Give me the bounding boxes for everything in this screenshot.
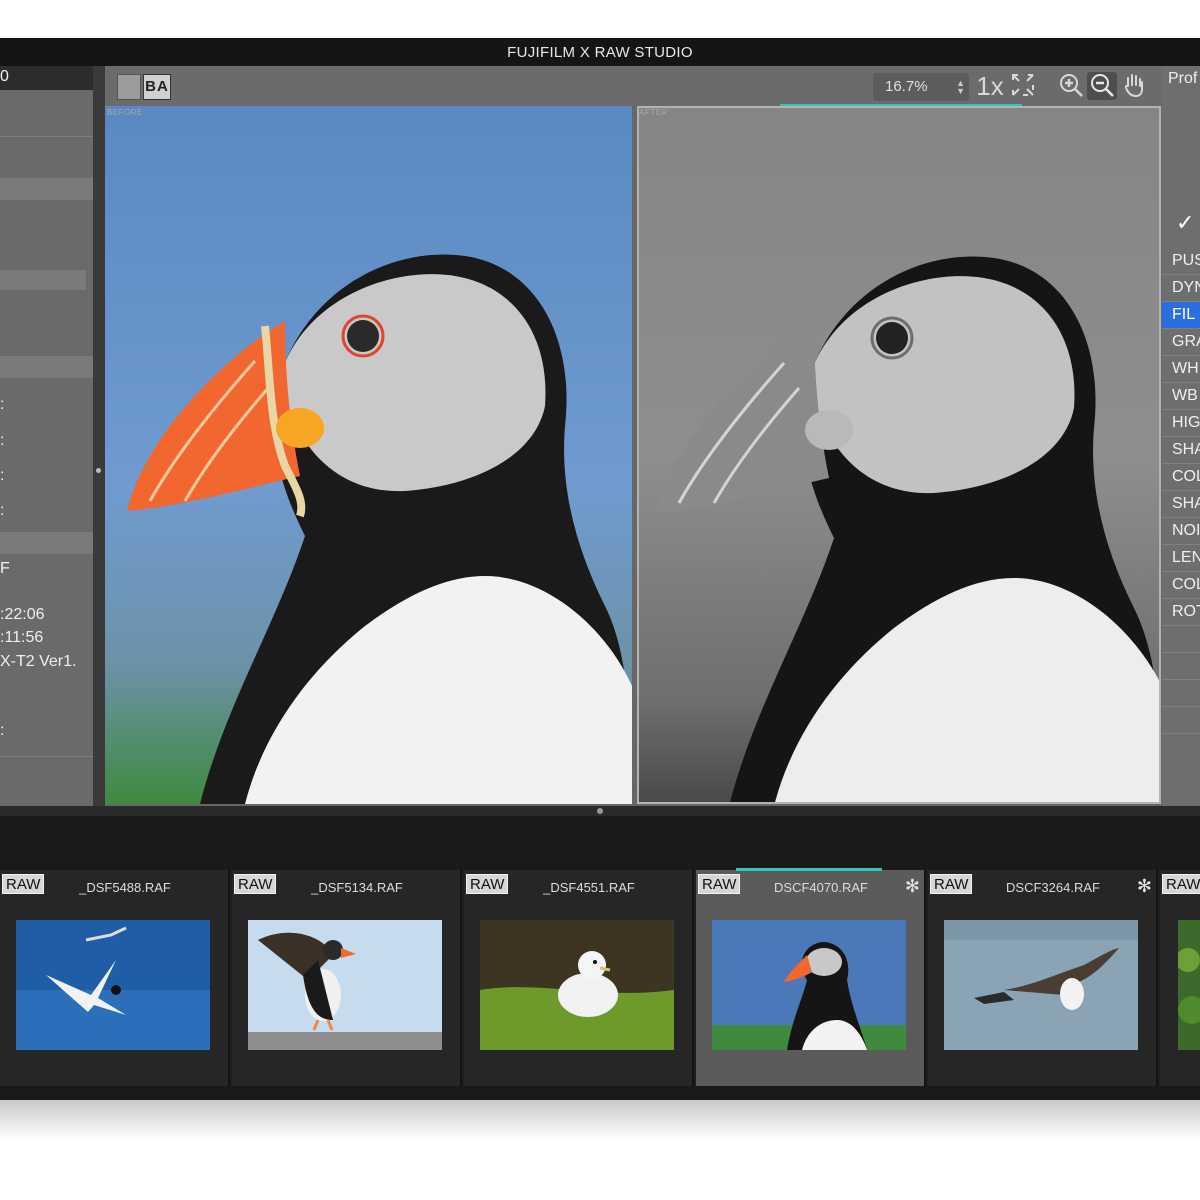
info-panel-header: 0: [0, 66, 95, 90]
modified-time: :11:56: [0, 629, 44, 646]
thumbnail-filename: DSCF4070.RAF: [774, 880, 868, 895]
divider: [0, 136, 93, 137]
thumbnail[interactable]: RAW _DSF5134.RAF: [232, 870, 462, 1086]
raw-badge: RAW: [930, 874, 973, 894]
thumbnail[interactable]: RAW _DSF5488.RAF: [0, 870, 230, 1086]
info-band: [0, 178, 93, 200]
thumbnail-filename: _DSF4551.RAF: [543, 880, 635, 895]
raw-badge: RAW: [234, 874, 277, 894]
before-image[interactable]: [105, 106, 632, 804]
zoom-value: 16.7%: [885, 78, 928, 95]
camera-model: X-T2 Ver1.: [0, 653, 77, 670]
raw-badge: RAW: [698, 874, 741, 894]
adjust-item-empty: [1162, 653, 1200, 680]
zoom-input[interactable]: 16.7% ▲ ▼: [873, 73, 969, 101]
zoom-stepper-icon[interactable]: ▲ ▼: [956, 79, 965, 96]
app-window: FUJIFILM X RAW STUDIO 0 : : : : F :22:06…: [0, 38, 1200, 1104]
raw-badge: RAW: [1162, 874, 1200, 894]
ba-compare-button[interactable]: BA: [143, 74, 171, 100]
zoom-in-icon[interactable]: [1057, 72, 1085, 100]
thumbnail-selected[interactable]: RAW DSCF4070.RAF ✻: [696, 868, 926, 1086]
adjust-item[interactable]: WH: [1162, 356, 1200, 383]
raw-badge: RAW: [466, 874, 509, 894]
adjust-item[interactable]: NOI: [1162, 518, 1200, 545]
info-band: [0, 532, 93, 554]
thumbnail-filename: _DSF5488.RAF: [79, 880, 171, 895]
adjust-item-empty: [1162, 707, 1200, 734]
zoom-out-icon[interactable]: [1087, 72, 1117, 100]
thumbnail-filename: DSCF3264.RAF: [1006, 880, 1100, 895]
before-label: BEFORE: [107, 108, 143, 117]
window-title: FUJIFILM X RAW STUDIO: [0, 38, 1200, 66]
asterisk-icon: ✻: [1136, 876, 1152, 896]
adjust-item[interactable]: SHA: [1162, 437, 1200, 464]
adjust-item[interactable]: LEN: [1162, 545, 1200, 572]
screenshot-stage: FUJIFILM X RAW STUDIO 0 : : : : F :22:06…: [0, 0, 1200, 1200]
adjust-item[interactable]: COL: [1162, 464, 1200, 491]
adjust-item[interactable]: COL: [1162, 572, 1200, 599]
fit-screen-icon[interactable]: [1009, 72, 1037, 100]
info-row: :: [0, 722, 5, 739]
after-image[interactable]: [637, 106, 1161, 804]
asterisk-icon: ✻: [904, 876, 920, 896]
adjust-item-film-simulation[interactable]: FIL: [1162, 302, 1200, 329]
adjust-item-empty: [1162, 626, 1200, 653]
adjust-item[interactable]: HIG: [1162, 410, 1200, 437]
thumbnail-image: [1178, 920, 1200, 1050]
adjustment-panel: Prof ✓ PUS DYN FIL GRA WH WB HIG SHA COL…: [1162, 66, 1200, 806]
thumbnail-image: [712, 920, 906, 1050]
adjust-item[interactable]: SHA: [1162, 491, 1200, 518]
info-band: [0, 270, 86, 290]
profile-heading: Prof: [1168, 70, 1198, 87]
puffin-color-image: [127, 254, 632, 804]
adjust-item[interactable]: GRA: [1162, 329, 1200, 356]
file-extension: F: [0, 560, 10, 577]
thumbnail-image: [248, 920, 442, 1050]
filmstrip: RAW _DSF5488.RAF RAW _DSF5134.RAF RAW _D…: [0, 868, 1200, 1086]
before-after-toggle[interactable]: BA: [117, 74, 171, 100]
viewer-toolbar: BA 16.7% ▲ ▼ 1x: [105, 66, 1162, 107]
info-row: :: [0, 502, 5, 519]
splitter-handle[interactable]: [96, 468, 101, 473]
thumbnail[interactable]: RAW DSCF3264.RAF ✻: [928, 870, 1158, 1086]
raw-badge: RAW: [2, 874, 45, 894]
thumbnail-image: [944, 920, 1138, 1050]
adjust-item[interactable]: WB: [1162, 383, 1200, 410]
thumbnail-image: [480, 920, 674, 1050]
single-view-button[interactable]: [117, 74, 141, 100]
info-row: :: [0, 396, 5, 413]
thumbnail-image: [16, 920, 210, 1050]
adjust-item[interactable]: ROT: [1162, 599, 1200, 626]
after-label: AFTER: [639, 108, 668, 117]
adjust-item-empty: [1162, 680, 1200, 707]
hand-icon[interactable]: [1119, 72, 1149, 100]
info-row: :: [0, 467, 5, 484]
info-row: :: [0, 432, 5, 449]
thumbnail[interactable]: RAW _DSF4551.RAF: [464, 870, 694, 1086]
info-band: [0, 356, 93, 378]
thumbnail[interactable]: RAW: [1160, 870, 1200, 1086]
divider: [0, 756, 93, 757]
actual-size-button[interactable]: 1x: [975, 72, 1005, 100]
image-viewer: BA 16.7% ▲ ▼ 1x BEFORE AFTER: [105, 66, 1162, 806]
adjust-item[interactable]: PUS: [1162, 248, 1200, 275]
viewer-splitter-handle[interactable]: [597, 808, 603, 814]
thumbnail-progress: [736, 868, 882, 871]
panel-splitter[interactable]: [93, 66, 105, 806]
info-panel: 0 : : : : F :22:06 :11:56 X-T2 Ver1. :: [0, 66, 95, 806]
thumbnail-filename: _DSF5134.RAF: [311, 880, 403, 895]
puffin-monochrome-image: [656, 256, 1159, 802]
adjust-item[interactable]: DYN: [1162, 275, 1200, 302]
check-icon: ✓: [1176, 210, 1195, 235]
capture-time: :22:06: [0, 606, 45, 623]
window-shadow: [0, 1100, 1200, 1140]
